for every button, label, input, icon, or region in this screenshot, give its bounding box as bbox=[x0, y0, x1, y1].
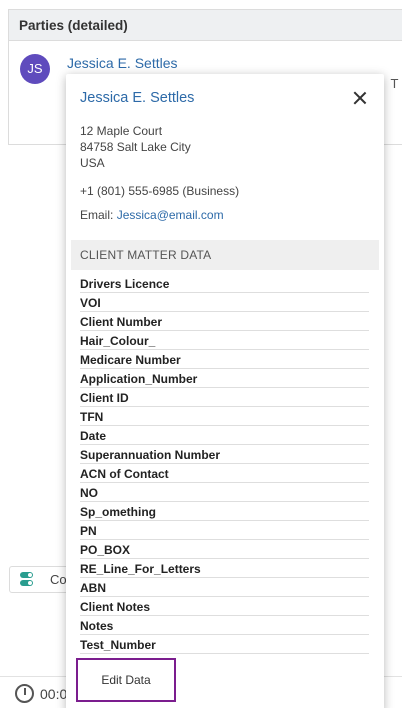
field-label: PN bbox=[80, 521, 369, 540]
email-row: Email: Jessica@email.com bbox=[80, 208, 224, 222]
contact-popover: Jessica E. Settles 12 Maple Court 84758 … bbox=[66, 74, 384, 708]
field-label: Client Number bbox=[80, 312, 369, 331]
close-icon[interactable] bbox=[352, 90, 368, 106]
party-detail-truncated: T 8 bbox=[390, 76, 402, 91]
edit-data-button[interactable]: Edit Data bbox=[76, 658, 176, 702]
clock-icon bbox=[15, 684, 34, 703]
toggle-icon bbox=[20, 572, 33, 586]
email-link[interactable]: Jessica@email.com bbox=[117, 208, 224, 222]
field-label: Client Notes bbox=[80, 597, 369, 616]
field-label: RE_Line_For_Letters bbox=[80, 559, 369, 578]
field-label: ABN bbox=[80, 578, 369, 597]
field-label: NO bbox=[80, 483, 369, 502]
field-label: Superannuation Number bbox=[80, 445, 369, 464]
field-label: ACN of Contact bbox=[80, 464, 369, 483]
client-matter-fields: Drivers Licence VOI Client Number Hair_C… bbox=[80, 274, 369, 654]
field-label: Client ID bbox=[80, 388, 369, 407]
timer-text: 00:0 bbox=[40, 686, 68, 702]
address-line-1: 12 Maple Court bbox=[80, 124, 163, 138]
field-label: Application_Number bbox=[80, 369, 369, 388]
field-label: Medicare Number bbox=[80, 350, 369, 369]
field-label: Sp_omething bbox=[80, 502, 369, 521]
email-label: Email: bbox=[80, 208, 117, 222]
section-title: CLIENT MATTER DATA bbox=[71, 240, 379, 270]
phone-number: +1 (801) 555-6985 (Business) bbox=[80, 184, 240, 198]
field-label: Test_Number bbox=[80, 635, 369, 654]
toggle-button-label: Co bbox=[50, 572, 67, 587]
party-name-link[interactable]: Jessica E. Settles bbox=[67, 55, 178, 71]
field-label: Drivers Licence bbox=[80, 274, 369, 293]
field-label: Hair_Colour_ bbox=[80, 331, 369, 350]
field-label: VOI bbox=[80, 293, 369, 312]
avatar: JS bbox=[20, 54, 50, 84]
address-line-3: USA bbox=[80, 156, 105, 170]
address-line-2: 84758 Salt Lake City bbox=[80, 140, 191, 154]
contact-name: Jessica E. Settles bbox=[80, 90, 195, 106]
field-label: Notes bbox=[80, 616, 369, 635]
field-label: PO_BOX bbox=[80, 540, 369, 559]
field-label: Date bbox=[80, 426, 369, 445]
field-label: TFN bbox=[80, 407, 369, 426]
parties-panel-title: Parties (detailed) bbox=[9, 10, 402, 41]
